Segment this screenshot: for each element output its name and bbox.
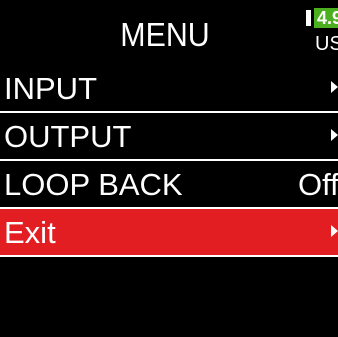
battery-indicator: 4.9 USB (306, 6, 338, 58)
battery-voltage: 4.9 (314, 8, 338, 28)
chevron-right-icon (331, 225, 338, 237)
page-title: MENU (120, 16, 210, 53)
power-source-label: USB (315, 33, 338, 55)
menu-item-input[interactable]: INPUT (0, 65, 338, 113)
menu-item-output[interactable]: OUTPUT (0, 113, 338, 161)
menu-item-label: INPUT (4, 71, 97, 106)
menu-item-label: LOOP BACK (4, 167, 183, 202)
battery-icon (306, 10, 311, 26)
menu-item-label: OUTPUT (4, 119, 132, 154)
chevron-right-icon (331, 129, 338, 141)
menu-header: MENU 4.9 USB (0, 0, 338, 64)
menu-item-loop-back[interactable]: LOOP BACK Off (0, 161, 338, 209)
menu-item-label: Exit (4, 215, 56, 250)
recorder-screen: MENU 4.9 USB INPUT OUTPUT LOOP BACK Off … (0, 0, 338, 337)
menu-item-exit[interactable]: Exit (0, 209, 338, 257)
chevron-right-icon (331, 81, 338, 93)
loop-back-value: Off (298, 167, 338, 202)
